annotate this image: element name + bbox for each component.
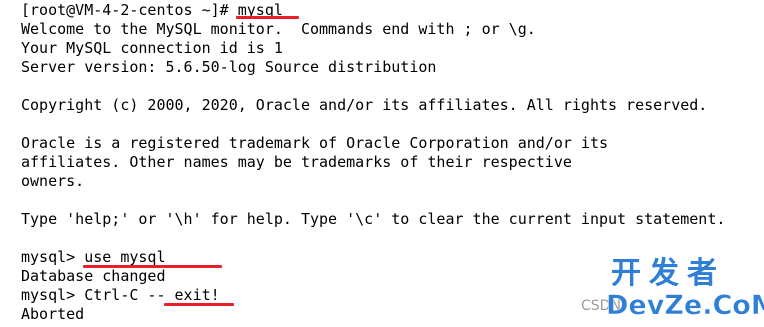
annotation-underline-mysql-command <box>236 16 299 19</box>
terminal-line-aborted: Aborted <box>21 305 85 323</box>
terminal-line-connection-id: Your MySQL connection id is 1 <box>21 39 283 57</box>
terminal-line-help: Type 'help;' or '\h' for help. Type '\c'… <box>21 210 726 228</box>
annotation-underline-exit <box>164 303 234 306</box>
terminal-line-trademark-2: affiliates. Other names may be trademark… <box>21 153 572 171</box>
terminal-line-trademark-1: Oracle is a registered trademark of Orac… <box>21 134 608 152</box>
terminal-line-trademark-3: owners. <box>21 172 85 190</box>
terminal-window[interactable]: [root@VM-4-2-centos ~]# mysql Welcome to… <box>0 0 764 327</box>
terminal-line-database-changed: Database changed <box>21 267 166 285</box>
terminal-line-server-version: Server version: 5.6.50-log Source distri… <box>21 58 437 76</box>
terminal-line-copyright: Copyright (c) 2000, 2020, Oracle and/or … <box>21 96 708 114</box>
annotation-underline-use-mysql <box>83 265 222 268</box>
terminal-line-welcome: Welcome to the MySQL monitor. Commands e… <box>21 20 536 38</box>
